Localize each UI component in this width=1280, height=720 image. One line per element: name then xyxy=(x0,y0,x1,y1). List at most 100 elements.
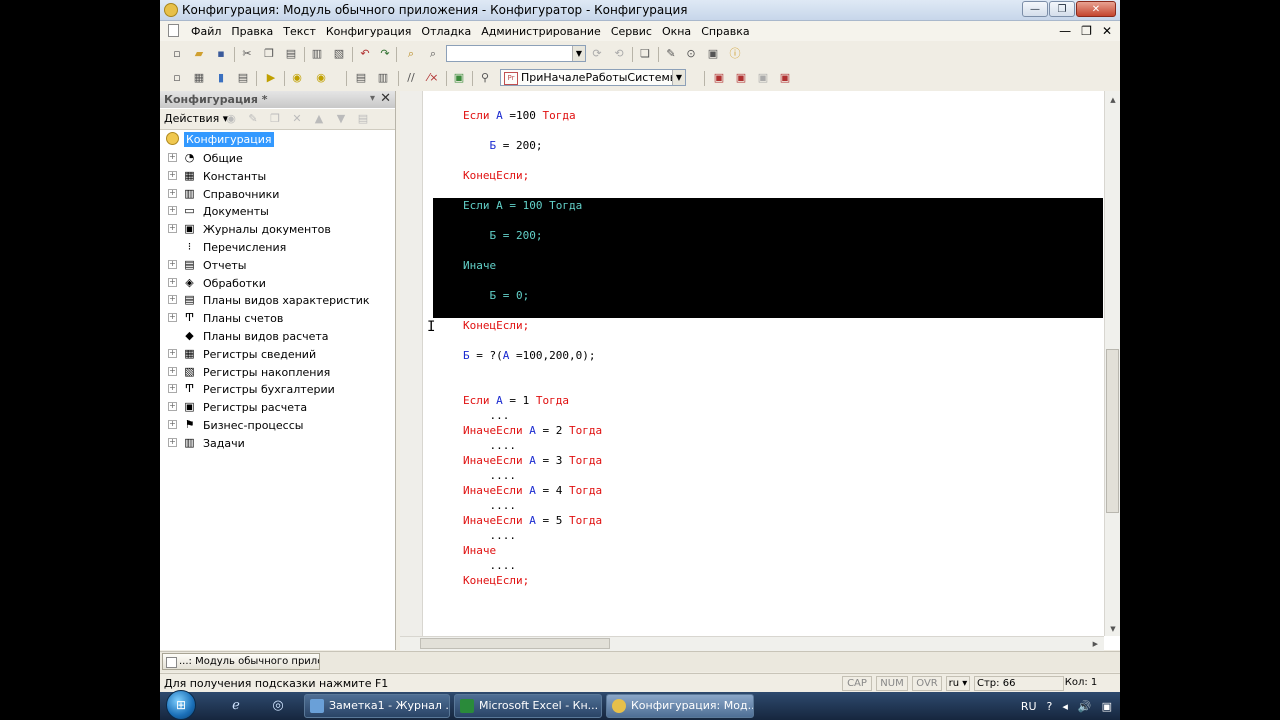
expand-icon[interactable]: + xyxy=(168,153,177,162)
tree-item[interactable]: + ▤ Планы видов характеристик xyxy=(160,292,395,309)
help-search-icon[interactable]: ⊙ xyxy=(684,47,698,61)
actions-menu-button[interactable]: Действия ▾ xyxy=(164,112,228,125)
clear-bookmarks-icon[interactable]: ▣ xyxy=(778,71,792,85)
code-line[interactable]: .... xyxy=(463,439,516,452)
code-line[interactable]: Б = 200; xyxy=(463,229,542,242)
code-line[interactable]: ИначеЕсли А = 2 Тогда xyxy=(463,424,602,437)
chevron-down-icon[interactable]: ▼ xyxy=(572,46,585,61)
code-line[interactable]: ИначеЕсли А = 4 Тогда xyxy=(463,484,602,497)
delete-icon[interactable]: ✕ xyxy=(290,112,304,126)
expand-icon[interactable]: + xyxy=(168,437,177,447)
code-line[interactable]: КонецЕсли; xyxy=(463,574,529,587)
code-line[interactable]: Иначе xyxy=(463,259,496,272)
close-icon[interactable]: ✕ xyxy=(380,91,391,106)
undo-icon[interactable]: ↶ xyxy=(358,47,372,61)
code-line[interactable]: ... xyxy=(463,409,509,422)
volume-icon[interactable]: 🔊 xyxy=(1078,700,1092,713)
code-line[interactable]: КонецЕсли; xyxy=(463,319,529,332)
media-player-icon[interactable]: ◎ xyxy=(270,698,286,714)
tree-item[interactable]: + ▥ Задачи xyxy=(160,435,395,452)
redo-icon[interactable]: ↷ xyxy=(378,47,392,61)
menu-item-7[interactable]: Окна xyxy=(657,25,696,38)
ie-icon[interactable]: ℯ xyxy=(228,698,244,714)
expand-icon[interactable]: + xyxy=(168,366,177,376)
tree-item[interactable]: ◆ Планы видов расчета xyxy=(160,328,395,345)
code-editor[interactable]: Если А =100 Тогда Б = 200; КонецЕсли; Если… xyxy=(400,91,1120,651)
pin-icon[interactable]: ▾ xyxy=(370,93,375,104)
tree-item[interactable]: + Ͳ Регистры бухгалтерии xyxy=(160,381,395,398)
expand-icon[interactable]: + xyxy=(168,259,177,269)
find-next-icon[interactable]: ⟳ xyxy=(590,47,604,61)
tree-item[interactable]: Конфигурация xyxy=(160,131,395,148)
maximize-button[interactable]: ❐ xyxy=(1049,1,1075,17)
code-line[interactable]: .... xyxy=(463,529,516,542)
procedure-combo[interactable]: Pr ПриНачалеРаботыСистемы ▼ xyxy=(500,69,686,86)
expand-icon[interactable]: + xyxy=(168,206,177,216)
network-icon[interactable]: ◂ xyxy=(1062,700,1068,713)
panel-header[interactable]: Конфигурация * ▾ ✕ xyxy=(160,91,395,108)
expand-icon[interactable]: + xyxy=(168,348,177,358)
table-icon[interactable]: ▤ xyxy=(236,71,250,85)
uncomment-icon[interactable]: ⁄× xyxy=(426,71,440,85)
tree-item[interactable]: + ◔ Общие xyxy=(160,150,395,167)
module-icon[interactable]: ▫ xyxy=(170,71,184,85)
tree-item[interactable]: + ▥ Справочники xyxy=(160,186,395,203)
menu-item-0[interactable]: Файл xyxy=(186,25,226,38)
windows-icon[interactable]: ❏ xyxy=(638,47,652,61)
expand-icon[interactable]: + xyxy=(168,224,177,234)
new-file-icon[interactable]: ▫ xyxy=(170,47,184,61)
code-line[interactable]: Б = 0; xyxy=(463,289,529,302)
config-editor-icon[interactable]: ▦ xyxy=(192,71,206,85)
horizontal-scrollbar[interactable]: ▶ xyxy=(400,636,1104,651)
horizontal-scroll-thumb[interactable] xyxy=(420,638,610,649)
code-line[interactable]: Если А =100 Тогда xyxy=(463,109,576,122)
menu-item-1[interactable]: Правка xyxy=(226,25,278,38)
print-preview-icon[interactable]: ▧ xyxy=(332,47,346,61)
format-icon[interactable]: ▤ xyxy=(354,71,368,85)
code-line[interactable]: .... xyxy=(463,559,516,572)
expand-icon[interactable]: + xyxy=(168,170,177,180)
help-icon[interactable]: ? xyxy=(1047,700,1053,713)
tree-item[interactable]: + ▭ Документы xyxy=(160,203,395,220)
info-icon[interactable]: ⓘ xyxy=(728,47,742,61)
syntax-check-icon[interactable]: ▣ xyxy=(452,71,466,85)
tree-item[interactable]: + ▦ Регистры сведений xyxy=(160,346,395,363)
mdi-close-button[interactable]: ✕ xyxy=(1102,24,1112,38)
find-icon[interactable]: ⌕ xyxy=(426,47,440,61)
tree-item[interactable]: ⁝ Перечисления xyxy=(160,239,395,256)
code-line[interactable]: Иначе xyxy=(463,544,496,557)
mdi-restore-button[interactable]: ❐ xyxy=(1081,24,1092,38)
add-icon[interactable]: ◉ xyxy=(224,112,238,126)
vertical-scrollbar[interactable]: ▲ ▼ xyxy=(1104,91,1120,636)
update-db-icon[interactable]: ▮ xyxy=(214,71,228,85)
code-line[interactable]: КонецЕсли; xyxy=(463,169,529,182)
language-indicator[interactable]: ru ▾ xyxy=(946,676,970,691)
copy-item-icon[interactable]: ❐ xyxy=(268,112,282,126)
start-debug-icon[interactable]: ▶ xyxy=(264,71,278,85)
title-bar[interactable]: Конфигурация: Модуль обычного приложения… xyxy=(160,0,1120,21)
expand-icon[interactable]: + xyxy=(168,295,177,305)
cut-icon[interactable]: ✂ xyxy=(240,47,254,61)
save-icon[interactable]: ▪ xyxy=(214,47,228,61)
mdi-minimize-button[interactable]: — xyxy=(1059,24,1071,38)
menu-item-6[interactable]: Сервис xyxy=(606,25,657,38)
tree-item[interactable]: + ▧ Регистры накопления xyxy=(160,364,395,381)
scroll-up-icon[interactable]: ▲ xyxy=(1105,93,1120,107)
expand-icon[interactable]: + xyxy=(168,188,177,198)
code-area[interactable]: Если А =100 Тогда Б = 200; КонецЕсли; Если… xyxy=(424,91,1104,636)
tray-language[interactable]: RU xyxy=(1021,700,1037,713)
block-icon[interactable]: ▥ xyxy=(376,71,390,85)
print-icon[interactable]: ▥ xyxy=(310,47,324,61)
copy-icon[interactable]: ❐ xyxy=(262,47,276,61)
open-folder-icon[interactable]: ▰ xyxy=(192,47,206,61)
find-in-folder-icon[interactable]: ⌕ xyxy=(404,47,418,61)
tray-app-icon[interactable]: ▣ xyxy=(1102,700,1112,713)
expand-icon[interactable]: + xyxy=(168,402,177,412)
code-line[interactable]: .... xyxy=(463,469,516,482)
tree-item[interactable]: + ⚑ Бизнес-процессы xyxy=(160,417,395,434)
expand-icon[interactable]: + xyxy=(168,420,177,429)
tree-item[interactable]: + ▣ Регистры расчета xyxy=(160,399,395,416)
expand-icon[interactable]: + xyxy=(168,384,177,394)
code-line[interactable]: Б = ?(А =100,200,0); xyxy=(463,349,595,362)
help-contents-icon[interactable]: ▣ xyxy=(706,47,720,61)
